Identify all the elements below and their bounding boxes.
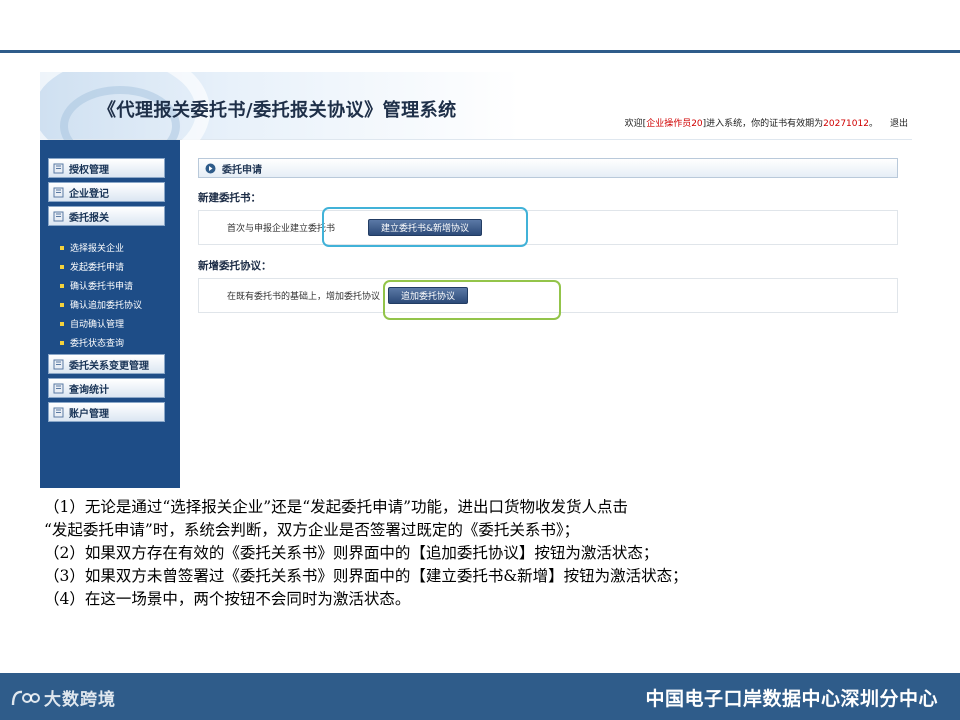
- sidebar-item-label: 委托关系变更管理: [69, 360, 149, 372]
- note-line: “发起委托申请”时，系统会判断，双方企业是否签署过既定的《委托关系书》；: [44, 521, 580, 539]
- welcome-suffix: 。: [868, 119, 878, 129]
- add-agreement-text: 在既有委托书的基础上，增加委托协议: [227, 292, 381, 302]
- sidebar-item-entrust-customs[interactable]: 委托报关: [48, 206, 165, 226]
- new-book-text: 首次与申报企业建立委托书: [227, 224, 336, 234]
- bullet-icon: [60, 321, 64, 326]
- system-title: 《代理报关委托书/委托报关协议》管理系统: [98, 100, 457, 121]
- welcome-prefix: 欢迎[: [624, 119, 647, 129]
- sidebar-item-statistics[interactable]: 查询统计: [48, 378, 165, 398]
- submenu-auto-confirm[interactable]: 自动确认管理: [60, 314, 142, 333]
- logo-icon: [11, 690, 40, 705]
- submenu-label: 选择报关企业: [70, 244, 125, 254]
- submenu-confirm-book[interactable]: 确认委托书申请: [60, 276, 142, 295]
- book-icon: [53, 407, 64, 417]
- bullet-icon: [60, 340, 64, 345]
- submenu-confirm-agreement[interactable]: 确认追加委托协议: [60, 295, 142, 314]
- bullet-icon: [60, 264, 64, 269]
- sidebar-item-registration[interactable]: 企业登记: [48, 182, 165, 202]
- sidebar-submenu: 选择报关企业 发起委托申请 确认委托书申请 确认追加委托协议 自动确认管理 委托…: [60, 238, 142, 352]
- book-icon: [53, 187, 64, 197]
- note-line: （1）无论是通过“选择报关企业”还是“发起委托申请”功能，进出口货物收发货人点击: [44, 498, 629, 516]
- book-icon: [53, 211, 64, 221]
- section-title: 委托申请: [222, 164, 262, 176]
- sidebar-item-relation-change[interactable]: 委托关系变更管理: [48, 354, 165, 374]
- add-agreement-heading: 新增委托协议：: [198, 260, 272, 272]
- book-icon: [53, 163, 64, 173]
- submenu-label: 确认追加委托协议: [70, 301, 143, 311]
- cert-expiry: 20271012: [823, 119, 869, 129]
- app-header: 《代理报关委托书/委托报关协议》管理系统 欢迎[企业操作员20]进入系统，你的证…: [40, 72, 912, 176]
- footer: 大数跨境 中国电子口岸数据中心深圳分中心: [0, 673, 960, 720]
- circle-arrow-icon: [205, 163, 216, 173]
- sidebar: 授权管理 企业登记 委托报关 选择报关企业 发起委托申请 确认委托书申请 确认追…: [40, 140, 180, 488]
- submenu-label: 发起委托申请: [70, 263, 125, 273]
- sidebar-item-label: 委托报关: [69, 212, 109, 224]
- section-header: 委托申请: [198, 158, 898, 178]
- bullet-icon: [60, 283, 64, 288]
- new-book-heading: 新建委托书：: [198, 192, 261, 204]
- logout-link[interactable]: 退出: [890, 119, 908, 129]
- welcome-bar: 欢迎[企业操作员20]进入系统，你的证书有效期为20271012。 退出: [625, 116, 908, 129]
- highlight-frame-create: [322, 207, 528, 247]
- sidebar-item-account[interactable]: 账户管理: [48, 402, 165, 422]
- top-divider: [0, 50, 960, 53]
- sidebar-item-label: 账户管理: [69, 408, 109, 420]
- submenu-select-broker[interactable]: 选择报关企业: [60, 238, 142, 257]
- footer-organization: 中国电子口岸数据中心深圳分中心: [645, 688, 938, 710]
- submenu-label: 自动确认管理: [70, 320, 125, 330]
- submenu-status-query[interactable]: 委托状态查询: [60, 333, 142, 352]
- logo-text: 大数跨境: [44, 690, 116, 710]
- book-icon: [53, 359, 64, 369]
- note-line: （3）如果双方未曾签署过《委托关系书》则界面中的【建立委托书&新增】按钮为激活状…: [44, 567, 688, 585]
- sidebar-item-authorization[interactable]: 授权管理: [48, 158, 165, 178]
- sidebar-item-label: 查询统计: [69, 384, 109, 396]
- bullet-icon: [60, 302, 64, 307]
- welcome-user: 企业操作员20: [646, 119, 703, 129]
- new-book-row: 首次与申报企业建立委托书 建立委托书&新增协议: [198, 210, 898, 245]
- sidebar-item-label: 授权管理: [69, 164, 109, 176]
- submenu-label: 委托状态查询: [70, 339, 125, 349]
- sidebar-item-label: 企业登记: [69, 188, 109, 200]
- explanation-notes: （1）无论是通过“选择报关企业”还是“发起委托申请”功能，进出口货物收发货人点击…: [44, 496, 944, 611]
- bullet-icon: [60, 245, 64, 250]
- note-line: （2）如果双方存在有效的《委托关系书》则界面中的【追加委托协议】按钮为激活状态；: [44, 544, 659, 562]
- submenu-label: 确认委托书申请: [70, 282, 134, 292]
- note-line: （4）在这一场景中，两个按钮不会同时为激活状态。: [44, 590, 411, 608]
- highlight-frame-add: [383, 280, 561, 320]
- submenu-initiate-request[interactable]: 发起委托申请: [60, 257, 142, 276]
- footer-logo: 大数跨境: [10, 685, 116, 710]
- welcome-mid: ]进入系统，你的证书有效期为: [702, 119, 824, 129]
- book-icon: [53, 383, 64, 393]
